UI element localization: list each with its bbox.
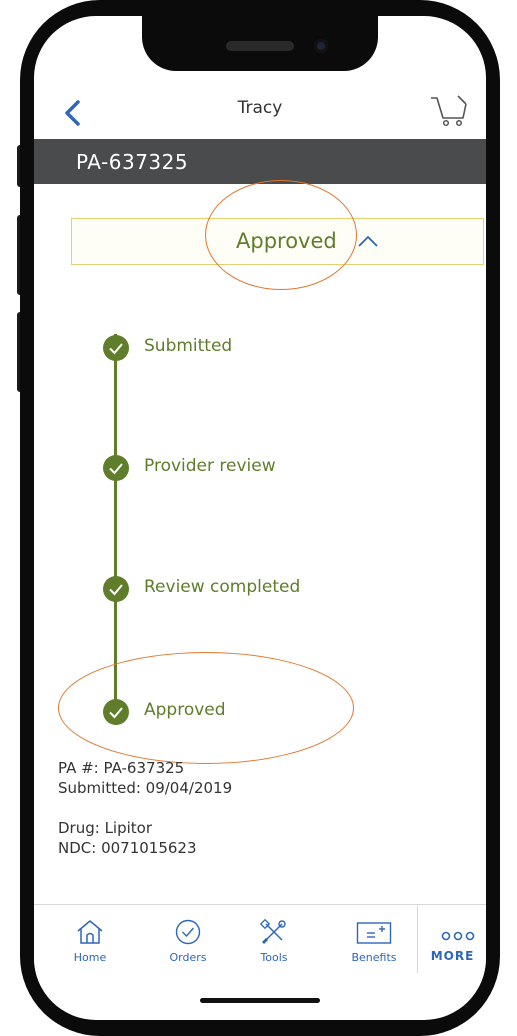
pa-title: PA-637325 [76,150,189,174]
tab-label: Tools [260,951,288,964]
tab-label: Home [73,951,107,964]
bottom-tab-bar: Home Orders Tools Benefits MORE [34,904,486,987]
tab-label: Benefits [351,951,397,964]
timeline-step-label: Provider review [144,456,276,476]
submitted-date: Submitted: 09/04/2019 [58,779,233,797]
speaker-grille [226,41,294,51]
home-indicator[interactable] [200,998,320,1003]
tab-orders[interactable]: Orders [156,919,220,977]
camera-icon [314,39,328,53]
tab-more[interactable]: MORE [417,905,486,973]
pa-details: PA #: PA-637325 Submitted: 09/04/2019 Dr… [58,758,232,858]
check-circle-icon [103,335,129,361]
check-circle-icon [103,455,129,481]
check-circle-icon [103,699,129,725]
tab-home[interactable]: Home [58,919,122,977]
phone-screen: Tracy PA-637325 Approved Submitted Provi… [34,16,486,1020]
timeline-step-label: Submitted [144,336,233,356]
timeline-line [114,334,117,712]
drug-name: Drug: Lipitor [58,819,153,837]
cart-icon[interactable] [430,94,468,128]
tab-benefits[interactable]: Benefits [342,919,406,977]
tab-label: Orders [169,951,207,964]
ndc-code: NDC: 0071015623 [58,839,197,857]
more-dots-icon [441,931,475,941]
nav-header: Tracy [34,78,486,138]
tab-label: MORE [430,949,475,963]
page-title: Tracy [237,98,283,118]
check-circle-icon [175,919,201,945]
status-dropdown[interactable]: Approved [71,218,484,265]
phone-device: Tracy PA-637325 Approved Submitted Provi… [0,0,517,1036]
home-icon [77,920,103,944]
tab-tools[interactable]: Tools [242,919,306,977]
pa-title-bar: PA-637325 [34,139,486,184]
notch [142,16,378,71]
tools-icon [260,919,286,945]
details-spacer [58,798,232,818]
chevron-up-icon [358,236,378,247]
check-circle-icon [103,576,129,602]
timeline-step-label: Approved [144,700,226,720]
status-label: Approved [236,229,337,253]
timeline-step-label: Review completed [144,577,301,597]
card-icon [356,922,392,944]
pa-number: PA #: PA-637325 [58,759,185,777]
